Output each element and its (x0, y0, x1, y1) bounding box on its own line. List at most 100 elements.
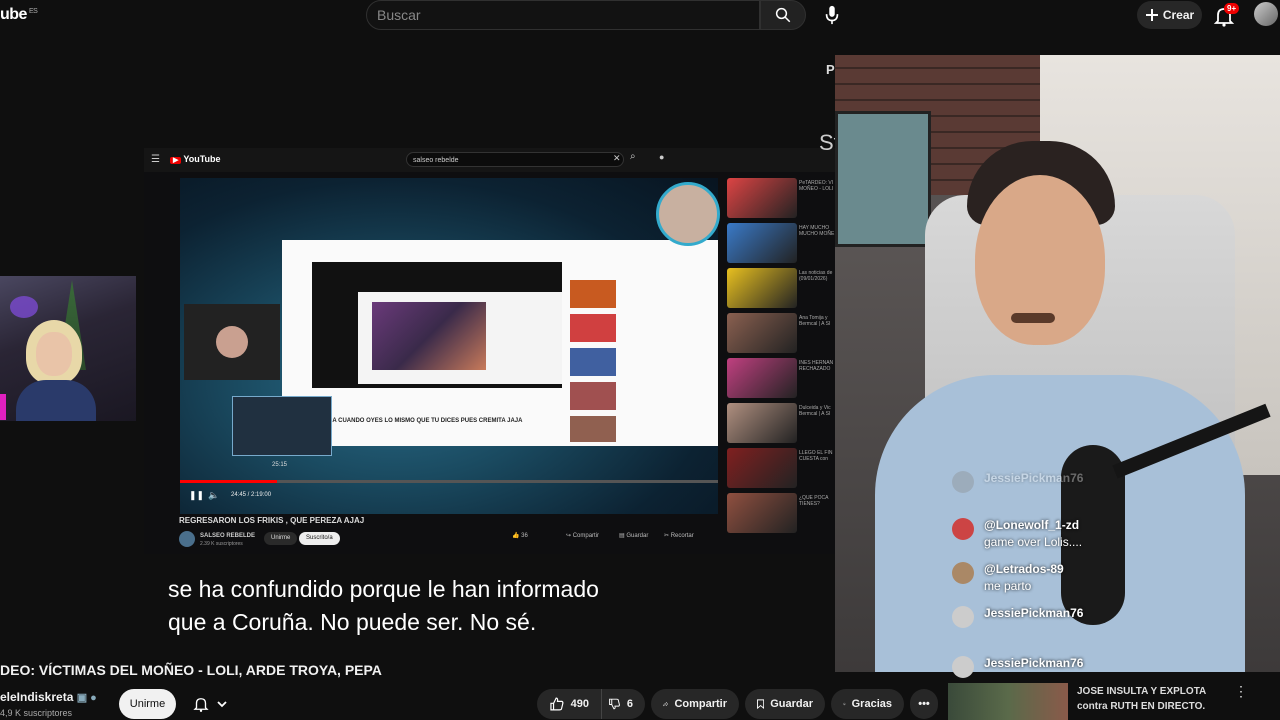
edge-text-p: P (826, 62, 835, 77)
chat-avatar (952, 656, 974, 678)
inner-video-title: REGRESARON LOS FRIKIS , QUE PEREZA AJAJ (179, 516, 365, 525)
inner-rec-thumbnail (727, 223, 797, 263)
inner-subscribed-button: Suscrito/a (299, 532, 340, 545)
channel-name[interactable]: eleIndiskreta ▣ ● (0, 690, 97, 704)
inner-rec-title: LLEGÓ EL FIN CUESTA con (799, 450, 833, 462)
chat-text: game over Lolis.... (984, 535, 1083, 549)
inner-rec-thumbnail (727, 313, 797, 353)
guest-face (36, 332, 72, 376)
inner-clear-icon: ✕ (613, 153, 621, 163)
inner-rec-title: ¿QUÉ POCA TIENES? (799, 495, 829, 507)
youtube-logo[interactable]: ube ES (0, 6, 38, 24)
chat-message: @Letrados-89 me parto (952, 562, 1132, 598)
inner-topbar: ☰ ▶ YouTube salseo rebelde ✕ ⌕ ● (144, 148, 836, 172)
chat-avatar (952, 562, 974, 584)
search-icon (775, 7, 791, 23)
inner-youtube-logo: ▶ YouTube (170, 154, 221, 164)
thumbs-down-icon (609, 698, 620, 710)
nested-recs (566, 262, 716, 442)
nested-preview (232, 396, 332, 456)
chat-username: JessiePickman76 (984, 471, 1084, 485)
channel-subscribers: 4,9 K suscriptores (0, 708, 73, 718)
inner-pause-icon: ❚❚ (189, 490, 205, 500)
inner-rec-thumbnail (727, 358, 797, 398)
inner-rec-title: Las noticias de (09/01/2026) (799, 270, 833, 282)
inner-rec-thumbnail (727, 403, 797, 443)
guest-webcam (0, 276, 136, 421)
inner-channel-name: SALSEO REBELDE (200, 533, 256, 539)
subtitle-line-1: se ha confundido porque le han informado (168, 576, 599, 602)
search-input[interactable] (367, 1, 747, 29)
nested-deep-screen (358, 292, 562, 384)
account-avatar[interactable] (1254, 2, 1278, 26)
join-button[interactable]: Unirme (119, 689, 176, 719)
bookmark-icon (757, 699, 765, 710)
share-button[interactable]: Compartir (651, 689, 739, 719)
share-icon (663, 701, 669, 707)
chat-username: JessiePickman76 (984, 606, 1084, 620)
more-actions-button[interactable]: ••• (910, 689, 938, 719)
monitor (835, 111, 931, 247)
chat-avatar (952, 606, 974, 628)
thanks-button[interactable]: $ Gracias (831, 689, 904, 719)
like-count: 490 (570, 698, 589, 710)
subtitle-line-2: que a Coruña. No puede ser. No sé. (168, 609, 537, 635)
promo-menu-icon[interactable]: ⋮ (1234, 683, 1248, 700)
inner-progress-track (180, 480, 718, 483)
chat-avatar (952, 518, 974, 540)
nested-browser: CA CUANDO OYES LO MISMO QUE TU DICES PUE… (282, 240, 718, 446)
streamer-overlay-avatar (656, 182, 720, 246)
inner-rec-title: Dulceida y Vic Bermcal | A SI (799, 405, 831, 417)
inner-rec-thumbnail (727, 448, 797, 488)
thumbs-up-icon (550, 697, 564, 711)
inner-join-button: Unirme (264, 532, 298, 545)
save-button[interactable]: Guardar (745, 689, 825, 719)
inner-video-player: CA CUANDO OYES LO MISMO QUE TU DICES PUE… (180, 178, 720, 514)
chat-username: JessiePickman76 (984, 656, 1084, 670)
inner-rec-title: PeTARDEO: VÍ MOÑEO - LOLI (799, 180, 834, 192)
inner-mic-icon: ● (659, 152, 665, 162)
menu-icon: ☰ (151, 154, 160, 165)
inner-rec-title: Ana Tomija y Bermcal | A SI (799, 315, 831, 327)
dislike-button[interactable]: 6 (601, 689, 645, 719)
like-button[interactable]: 490 (537, 689, 601, 719)
chat-message: @Lonewolf_1-zdgame over Lolis.... (952, 518, 1132, 554)
verified-icon: ▣ ● (76, 692, 97, 704)
nested-player (312, 262, 562, 388)
inner-rec-title: INÉS HERNAN RECHAZADO (799, 360, 834, 372)
chat-username: @Lonewolf_1-zd (984, 518, 1080, 532)
inner-save: ▤ Guardar (619, 533, 649, 539)
nested-cam-box (184, 304, 280, 380)
notification-badge: 9+ (1224, 3, 1240, 14)
inner-channel-avatar (179, 531, 195, 547)
chat-text: me parto (984, 579, 1032, 593)
more-icon: ••• (918, 698, 930, 710)
inner-rec-thumbnail (727, 178, 797, 218)
guest-shirt (16, 380, 96, 421)
chat-message: JessiePickman76 (952, 606, 1132, 642)
microphone-icon (825, 5, 839, 25)
notifications-dropdown[interactable] (184, 689, 236, 719)
thanks-icon: $ (843, 702, 846, 705)
inner-rec-thumbnail (727, 493, 797, 533)
chevron-down-icon (217, 701, 227, 708)
inner-rec-thumbnail (727, 268, 797, 308)
nested-caption: CA CUANDO OYES LO MISMO QUE TU DICES PUE… (328, 418, 523, 424)
search-button[interactable] (760, 0, 806, 30)
streamer-mustache (1011, 313, 1055, 323)
search-box[interactable] (366, 0, 760, 30)
inner-share: ↪ Compartir (566, 533, 600, 539)
video-title: DEO: VÍCTIMAS DEL MOÑEO - LOLI, ARDE TRO… (0, 662, 382, 678)
top-bar: ubeES Crear 9+ (0, 0, 1280, 32)
inner-search-icon: ⌕ (630, 151, 636, 162)
inner-like-count: 👍 36 (512, 533, 528, 539)
inner-clip: ✂ Recortar (664, 533, 694, 539)
inner-search-field: salseo rebelde (406, 152, 624, 167)
voice-search-button[interactable] (816, 0, 848, 30)
plus-icon (1145, 9, 1158, 21)
create-button[interactable]: Crear (1137, 1, 1202, 29)
inner-volume-icon: 🔈 (208, 490, 220, 500)
inner-channel-subs: 2.39 K suscriptores (200, 541, 243, 547)
chat-message: JessiePickman76 (952, 471, 1132, 507)
inner-rec-title: HAY MUCHO MUCHO MOÑE (799, 225, 835, 237)
